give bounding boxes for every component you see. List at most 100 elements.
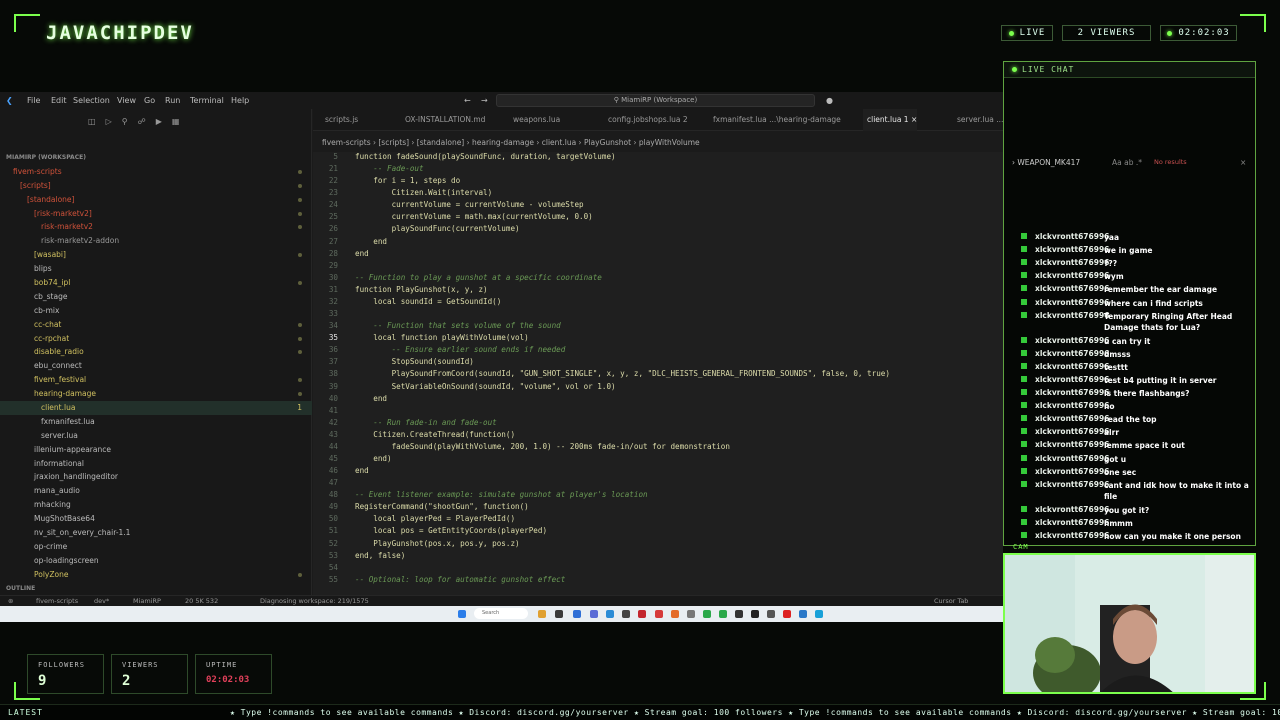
tree-item[interactable]: informational: [0, 457, 312, 471]
app-icon[interactable]: [783, 610, 791, 618]
badge-icon: [1021, 505, 1027, 512]
bookmark-icon[interactable]: ▷: [106, 117, 122, 126]
tree-item[interactable]: jraxion_handlingeditor: [0, 470, 312, 484]
close-icon[interactable]: ×: [1240, 158, 1246, 167]
menu-help[interactable]: Help: [231, 96, 249, 105]
find-widget[interactable]: › WEAPON_MK417 Aa ab .* No results ×: [1012, 158, 1246, 167]
stream-overlay: JAVACHIPDEV LIVE 2 VIEWERS 02:02:03 ❮ Fi…: [0, 0, 1280, 720]
remote-icon[interactable]: ⊛: [8, 597, 13, 605]
app-icon[interactable]: [590, 610, 598, 618]
editor-tab[interactable]: server.lua ...\hearing-damage: [953, 109, 1003, 131]
tree-item[interactable]: MugShotBase64: [0, 512, 312, 526]
modified-dot-icon: [298, 322, 302, 327]
tree-item[interactable]: server.lua: [0, 429, 312, 443]
tree-item[interactable]: op-loadingscreen: [0, 554, 312, 568]
tree-item[interactable]: nv_sit_on_every_chair-1.1: [0, 526, 312, 540]
tree-item[interactable]: op-crime: [0, 540, 312, 554]
tree-item[interactable]: fxmanifest.lua: [0, 415, 312, 429]
editor-tab[interactable]: fxmanifest.lua ...\hearing-damage: [709, 109, 841, 131]
tree-item[interactable]: illenium-appearance: [0, 443, 312, 457]
tree-item[interactable]: hearing-damage: [0, 387, 312, 401]
tree-item[interactable]: client.lua 1: [0, 401, 312, 415]
status-branch[interactable]: fivem-scripts: [36, 597, 78, 605]
stat-value: 9: [38, 673, 47, 689]
menu-edit[interactable]: Edit: [51, 96, 67, 105]
tree-item[interactable]: cc-rpchat: [0, 332, 312, 346]
app-icon[interactable]: [687, 610, 695, 618]
menu-selection[interactable]: Selection: [73, 96, 110, 105]
back-arrow-icon[interactable]: ←: [464, 96, 471, 105]
tree-item[interactable]: [wasabi]: [0, 248, 312, 262]
menu-go[interactable]: Go: [144, 96, 155, 105]
tree-item[interactable]: risk-marketv2: [0, 220, 312, 234]
copilot-icon[interactable]: ●: [826, 96, 833, 105]
menu-view[interactable]: View: [117, 96, 136, 105]
tree-item[interactable]: blips: [0, 262, 312, 276]
forward-arrow-icon[interactable]: →: [481, 96, 488, 105]
app-icon[interactable]: [767, 610, 775, 618]
editor-tab[interactable]: client.lua 1 ×: [863, 109, 918, 131]
app-icon[interactable]: [703, 610, 711, 618]
app-icon[interactable]: [655, 610, 663, 618]
tree-item-label: [risk-marketv2]: [34, 208, 92, 218]
start-icon[interactable]: [458, 610, 466, 618]
status-git-branch[interactable]: dev*: [94, 597, 109, 605]
chat-text: u can try it: [1104, 336, 1151, 346]
tree-item[interactable]: PolyZone: [0, 568, 312, 582]
tree-item[interactable]: risk-marketv2-addon: [0, 234, 312, 248]
tree-item[interactable]: [risk-marketv2]: [0, 207, 312, 221]
tree-item[interactable]: ebu_connect: [0, 359, 312, 373]
app-icon[interactable]: [671, 610, 679, 618]
extensions-icon[interactable]: ▦: [172, 117, 190, 126]
stat-title: VIEWERS: [122, 661, 159, 669]
tree-item-label: cc-chat: [34, 319, 62, 329]
app-icon[interactable]: [719, 610, 727, 618]
status-workspace[interactable]: MiamiRP: [133, 597, 161, 605]
tree-item[interactable]: OUTLINE: [0, 582, 312, 596]
editor-tab[interactable]: OX-INSTALLATION.md: [401, 109, 485, 131]
line-number: 55: [328, 574, 338, 584]
source-control-icon[interactable]: ☍: [138, 117, 156, 126]
taskbar-search[interactable]: Search: [474, 608, 528, 619]
app-icon[interactable]: [622, 610, 630, 618]
menu-terminal[interactable]: Terminal: [190, 96, 224, 105]
app-icon[interactable]: [638, 610, 646, 618]
app-icon[interactable]: [799, 610, 807, 618]
find-options-icon[interactable]: Aa ab .*: [1112, 158, 1142, 167]
tree-item-label: client.lua: [41, 403, 76, 413]
copy-icon[interactable]: ◫: [88, 117, 106, 126]
editor-tab[interactable]: weapons.lua: [509, 109, 560, 131]
app-icon[interactable]: [606, 610, 614, 618]
command-center[interactable]: ⚲ MiamiRP (Workspace): [496, 94, 815, 107]
tree-item[interactable]: cb_stage: [0, 290, 312, 304]
menu-run[interactable]: Run: [165, 96, 180, 105]
tree-item[interactable]: mhacking: [0, 498, 312, 512]
search-icon[interactable]: ⚲: [122, 117, 138, 126]
tree-item[interactable]: MIAMIRP (WORKSPACE): [0, 151, 312, 165]
live-chat-header: LIVE CHAT: [1004, 62, 1255, 78]
tree-item[interactable]: fivem_festival: [0, 373, 312, 387]
tree-item[interactable]: bob74_ipl: [0, 276, 312, 290]
status-problems[interactable]: 20 5K 532: [185, 597, 218, 605]
app-icon[interactable]: [751, 610, 759, 618]
app-icon[interactable]: [555, 610, 563, 618]
app-icon[interactable]: [573, 610, 581, 618]
tree-item[interactable]: [standalone]: [0, 193, 312, 207]
tree-item[interactable]: cb-mix: [0, 304, 312, 318]
app-icon[interactable]: [538, 610, 546, 618]
tree-item[interactable]: mana_audio: [0, 484, 312, 498]
tree-item[interactable]: disable_radio: [0, 345, 312, 359]
app-icon[interactable]: [735, 610, 743, 618]
editor-tab[interactable]: scripts.js: [321, 109, 358, 131]
editor-tab[interactable]: config.jobshops.lua 2: [604, 109, 688, 131]
code-editor[interactable]: 5 function fadeSound(playSoundFunc, durat…: [313, 152, 1003, 595]
status-cursor-tab[interactable]: Cursor Tab: [934, 597, 968, 605]
menu-file[interactable]: File: [27, 96, 40, 105]
debug-icon[interactable]: ▶: [156, 117, 172, 126]
tree-item[interactable]: cc-chat: [0, 318, 312, 332]
tree-item[interactable]: [scripts]: [0, 179, 312, 193]
tree-item[interactable]: fivem-scripts: [0, 165, 312, 179]
problem-count: 1: [297, 403, 302, 413]
line-number: 25: [328, 212, 338, 222]
app-icon[interactable]: [815, 610, 823, 618]
